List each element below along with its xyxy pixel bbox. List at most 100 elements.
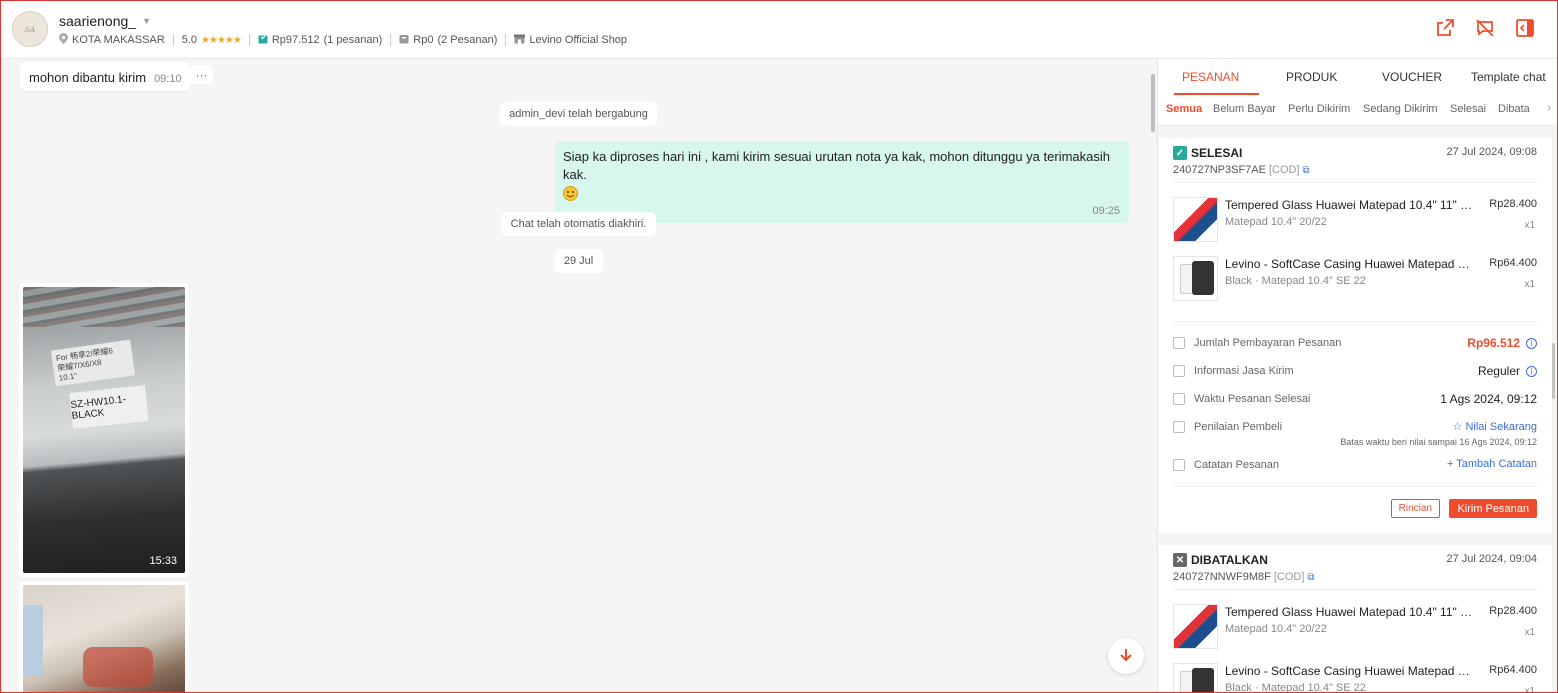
order-item[interactable]: Tempered Glass Huawei Matepad 10.4" 11" … xyxy=(1173,183,1537,242)
purchase-count: (1 pesanan) xyxy=(323,34,383,46)
info-icon[interactable]: i xyxy=(1526,337,1537,349)
username-text: saarienong_ xyxy=(59,13,137,29)
order-status: SELESAI xyxy=(1191,146,1243,160)
review-label: Penilaian Pembeli xyxy=(1194,421,1283,433)
chat-header: ꜱᴀ saarienong_ ▼ KOTA MAKASSAR 5.0 ★★★★★… xyxy=(0,0,1558,59)
product-variant: Matepad 10.4" 20/22 xyxy=(1225,623,1327,635)
calendar-icon xyxy=(1173,393,1185,405)
package-sku-label: SZ-HW10.1-BLACK xyxy=(69,385,149,429)
avatar[interactable]: ꜱᴀ xyxy=(12,11,48,47)
product-price: Rp64.400 xyxy=(1489,257,1537,269)
note-icon xyxy=(1173,459,1185,471)
product-thumbnail xyxy=(1173,663,1218,693)
panel-tabs: PESANAN PRODUK VOUCHER Template chat xyxy=(1158,59,1558,96)
product-qty: x1 xyxy=(1524,220,1535,231)
subtab-perlu-dikirim[interactable]: Perlu Dikirim xyxy=(1288,103,1350,115)
shipping-label: Informasi Jasa Kirim xyxy=(1194,365,1294,377)
more-options-button[interactable]: ··· xyxy=(190,65,213,84)
video-thumbnail: For 畅享2/荣耀6 荣耀7/X6/X8 10.1" SZ-HW10.1-BL… xyxy=(23,287,185,573)
review-row: Penilaian Pembeli ☆ Nilai Sekarang Batas… xyxy=(1173,414,1537,452)
completed-time-row: Waktu Pesanan Selesai 1 Ags 2024, 09:12 xyxy=(1173,386,1537,414)
product-thumbnail xyxy=(1173,197,1218,242)
system-message: Chat telah otomatis diakhiri. xyxy=(500,212,657,236)
shipping-value: Reguler xyxy=(1477,364,1520,378)
image-thumbnail xyxy=(23,585,185,693)
add-note-link[interactable]: + Tambah Catatan xyxy=(1447,458,1537,470)
shop-name: Levino Official Shop xyxy=(529,34,628,46)
product-name: Tempered Glass Huawei Matepad 10.4" 11" … xyxy=(1225,605,1475,619)
order-item[interactable]: Levino - SoftCase Casing Huawei Matepad … xyxy=(1173,649,1537,693)
order-card[interactable]: ✓ SELESAI 27 Jul 2024, 09:08 240727NP3SF… xyxy=(1158,138,1552,533)
panel-scrollbar[interactable] xyxy=(1552,343,1555,399)
order-panel: PESANAN PRODUK VOUCHER Template chat Sem… xyxy=(1157,59,1558,693)
completed-label: Waktu Pesanan Selesai xyxy=(1194,393,1311,405)
subtab-sedang-dikirim[interactable]: Sedang Dikirim xyxy=(1363,103,1438,115)
send-order-button[interactable]: Kirim Pesanan xyxy=(1449,499,1537,518)
date-separator: 29 Jul xyxy=(553,249,604,273)
tab-pesanan[interactable]: PESANAN xyxy=(1182,70,1239,84)
video-message[interactable]: For 畅享2/荣耀6 荣耀7/X6/X8 10.1" SZ-HW10.1-BL… xyxy=(19,283,189,577)
tab-template-chat[interactable]: Template chat xyxy=(1471,70,1546,84)
detail-button[interactable]: Rincian xyxy=(1390,499,1440,518)
subtab-dibatalkan[interactable]: Dibata xyxy=(1498,103,1531,115)
arrow-down-icon xyxy=(1118,647,1134,666)
image-message[interactable] xyxy=(19,581,189,693)
product-thumbnail xyxy=(1173,604,1218,649)
subtab-selesai[interactable]: Selesai xyxy=(1450,103,1486,115)
completed-value: 1 Ags 2024, 09:12 xyxy=(1440,392,1537,406)
star-rating-icon: ★★★★★ xyxy=(201,34,242,46)
toggle-panel-icon[interactable] xyxy=(1514,17,1536,39)
order-card[interactable]: ✕ DIBATALKAN 27 Jul 2024, 09:04 240727NN… xyxy=(1158,545,1552,693)
payment-row: Jumlah Pembayaran Pesanan Rp96.512 i xyxy=(1173,330,1537,358)
note-label: Catatan Pesanan xyxy=(1194,459,1280,471)
product-price: Rp28.400 xyxy=(1489,605,1537,617)
cod-tag: [COD] xyxy=(1268,164,1300,176)
cod-tag: [COD] xyxy=(1273,571,1305,583)
product-qty: x1 xyxy=(1524,279,1535,290)
order-item[interactable]: Tempered Glass Huawei Matepad 10.4" 11" … xyxy=(1173,590,1537,649)
received-message[interactable]: mohon dibantu kirim 09:10 xyxy=(20,62,190,91)
chat-area[interactable]: mohon dibantu kirim 09:10 ··· admin_devi… xyxy=(0,59,1157,693)
sent-message[interactable]: Siap ka diproses hari ini , kami kirim s… xyxy=(555,141,1129,223)
product-price: Rp64.400 xyxy=(1489,664,1537,676)
scroll-down-button[interactable] xyxy=(1108,638,1144,674)
share-icon[interactable] xyxy=(1434,17,1456,39)
rate-now-link[interactable]: ☆ Nilai Sekarang xyxy=(1453,420,1537,433)
order-date: 27 Jul 2024, 09:08 xyxy=(1446,146,1537,158)
subtab-semua[interactable]: Semua xyxy=(1166,103,1202,115)
header-actions xyxy=(1434,17,1536,39)
order-id: 240727NNWF9M8F xyxy=(1173,571,1271,583)
payment-label: Jumlah Pembayaran Pesanan xyxy=(1194,337,1342,349)
video-duration: 15:33 xyxy=(149,555,177,567)
active-tab-indicator xyxy=(1174,93,1259,95)
product-name: Levino - SoftCase Casing Huawei Matepad … xyxy=(1225,664,1475,678)
product-qty: x1 xyxy=(1524,686,1535,693)
message-text: Siap ka diproses hari ini , kami kirim s… xyxy=(563,149,1110,182)
subtab-belum-bayar[interactable]: Belum Bayar xyxy=(1213,103,1276,115)
product-variant: Matepad 10.4" 20/22 xyxy=(1225,216,1327,228)
order-date: 27 Jul 2024, 09:04 xyxy=(1446,553,1537,565)
truck-icon xyxy=(1173,365,1185,377)
chat-scrollbar[interactable] xyxy=(1151,74,1155,132)
block-chat-icon[interactable] xyxy=(1474,17,1496,39)
copy-icon[interactable]: ⧉ xyxy=(1307,572,1314,583)
message-time: 09:10 xyxy=(154,73,182,85)
system-message: admin_devi telah bergabung xyxy=(499,102,658,126)
username[interactable]: saarienong_ ▼ xyxy=(59,13,151,29)
product-price: Rp28.400 xyxy=(1489,198,1537,210)
package-label: For 畅享2/荣耀6 荣耀7/X6/X8 10.1" xyxy=(50,339,136,387)
order-status: DIBATALKAN xyxy=(1191,553,1268,567)
chevron-down-icon[interactable]: ▼ xyxy=(142,16,151,26)
product-thumbnail xyxy=(1173,256,1218,301)
order-id: 240727NP3SF7AE xyxy=(1173,164,1266,176)
tab-produk[interactable]: PRODUK xyxy=(1286,70,1337,84)
info-icon[interactable]: i xyxy=(1526,365,1537,377)
tab-voucher[interactable]: VOUCHER xyxy=(1382,70,1442,84)
chevron-right-icon[interactable]: › xyxy=(1547,102,1551,114)
message-text: mohon dibantu kirim xyxy=(29,70,147,85)
rating-value: 5.0 xyxy=(181,34,198,46)
purchase-total: Rp97.512 xyxy=(271,34,320,46)
review-deadline: Batas waktu beri nilai sampai 16 Ags 202… xyxy=(1340,437,1537,447)
copy-icon[interactable]: ⧉ xyxy=(1303,165,1310,176)
order-item[interactable]: Levino - SoftCase Casing Huawei Matepad … xyxy=(1173,242,1537,301)
